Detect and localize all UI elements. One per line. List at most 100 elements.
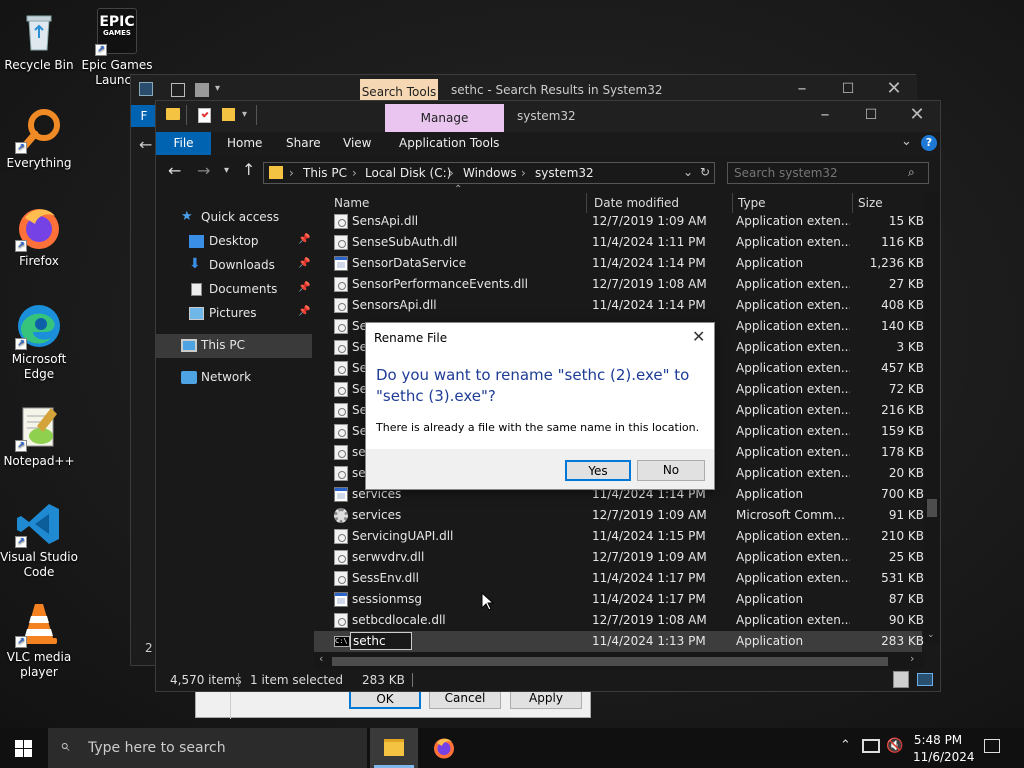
search-input[interactable] xyxy=(734,165,904,181)
scroll-right-icon[interactable]: › xyxy=(910,652,914,665)
close-icon[interactable]: ✕ xyxy=(692,327,705,346)
qat-icon[interactable] xyxy=(195,83,209,97)
taskbar-firefox[interactable] xyxy=(420,728,468,768)
rename-file-dialog[interactable]: Rename File ✕ Do you want to rename "set… xyxy=(365,322,715,490)
tab-view[interactable]: View xyxy=(343,136,371,150)
address-dropdown-icon[interactable]: ⌄ xyxy=(683,165,693,179)
table-row[interactable]: setbcdlocale.dll 12/7/2019 1:08 AM Applica… xyxy=(314,610,924,631)
divider xyxy=(412,673,413,687)
close-icon[interactable]: ✕ xyxy=(894,101,940,131)
dll-file-icon xyxy=(334,298,348,313)
network-icon[interactable] xyxy=(862,739,880,753)
back-arrow-icon[interactable]: ← xyxy=(168,161,181,180)
scroll-down-icon[interactable]: ⌄ xyxy=(927,630,935,640)
file-size: 3 KB xyxy=(896,340,924,354)
table-row[interactable]: ServicingUAPI.dll 11/4/2024 1:15 PM Applic… xyxy=(314,526,924,547)
vertical-scrollbar[interactable]: ⌄ xyxy=(924,193,940,643)
details-view-icon[interactable] xyxy=(893,671,909,688)
notifications-icon[interactable] xyxy=(984,739,1000,753)
table-row[interactable]: SenseSubAuth.dll 11/4/2024 1:11 PM Applica… xyxy=(314,232,924,253)
nav-desktop[interactable]: Desktop 📌 xyxy=(156,230,312,254)
expand-ribbon-icon[interactable]: ⌄ xyxy=(901,134,912,149)
file-size: 116 KB xyxy=(881,235,924,249)
desktop-icon-recycle-bin[interactable]: Recycle Bin xyxy=(0,8,78,73)
desktop-icon-edge[interactable]: ↗ Microsoft Edge xyxy=(0,302,78,382)
file-date: 11/4/2024 1:13 PM xyxy=(592,634,706,648)
scroll-left-icon[interactable]: ‹ xyxy=(319,652,323,665)
table-row[interactable]: services 12/7/2019 1:09 AM Microsoft Comm.… xyxy=(314,505,924,526)
show-hidden-icons[interactable]: ⌃ xyxy=(840,738,851,753)
table-row[interactable]: SensorDataService 11/4/2024 1:14 PM Applic… xyxy=(314,253,924,274)
refresh-icon[interactable]: ↻ xyxy=(700,165,710,179)
search-box[interactable]: ⌕ xyxy=(727,162,929,184)
qat-dropdown-icon[interactable]: ▾ xyxy=(215,83,220,94)
tab-share[interactable]: Share xyxy=(286,136,321,150)
large-icons-view-icon[interactable] xyxy=(917,673,933,686)
yes-button[interactable]: Yes xyxy=(565,460,631,481)
recent-locations-icon[interactable]: ▾ xyxy=(224,165,229,176)
breadcrumb-this-pc[interactable]: This PC xyxy=(303,166,347,180)
rename-input[interactable]: sethc xyxy=(350,632,412,650)
qat-dropdown-icon[interactable]: ▾ xyxy=(242,109,247,120)
table-row[interactable]: sessionmsg 11/4/2024 1:17 PM Application 87… xyxy=(314,589,924,610)
table-row[interactable]: SessEnv.dll 11/4/2024 1:17 PM Application … xyxy=(314,568,924,589)
horizontal-scrollbar[interactable]: ‹ › xyxy=(314,652,924,669)
column-type[interactable]: Type xyxy=(738,196,766,210)
taskbar-file-explorer[interactable] xyxy=(370,728,418,768)
no-button[interactable]: No xyxy=(637,460,705,481)
nav-quick-access[interactable]: ★ Quick access xyxy=(156,206,312,230)
properties-dialog[interactable]: OK Cancel Apply xyxy=(195,688,591,719)
nav-network[interactable]: Network xyxy=(156,366,312,390)
tab-application-tools[interactable]: Application Tools xyxy=(399,136,499,150)
clock-date[interactable]: 11/6/2024 xyxy=(913,750,975,764)
table-row[interactable]: SensorPerformanceEvents.dll 12/7/2019 1:0… xyxy=(314,274,924,295)
new-folder-quick-icon[interactable] xyxy=(222,108,235,121)
back-arrow-icon[interactable]: ← xyxy=(139,135,152,154)
nav-this-pc[interactable]: This PC xyxy=(156,334,312,358)
nav-pictures[interactable]: Pictures 📌 xyxy=(156,302,312,326)
breadcrumb-system32[interactable]: system32 xyxy=(535,166,594,180)
scrollbar-thumb[interactable] xyxy=(332,657,888,666)
table-row[interactable]: serwvdrv.dll 12/7/2019 1:09 AM Application… xyxy=(314,547,924,568)
desktop-icon-vscode[interactable]: ↗ Visual Studio Code xyxy=(0,500,78,580)
column-size[interactable]: Size xyxy=(858,196,883,210)
breadcrumb-windows[interactable]: Windows xyxy=(463,166,517,180)
breadcrumb-local-disk[interactable]: Local Disk (C:) xyxy=(365,166,451,180)
scrollbar-thumb[interactable] xyxy=(927,499,937,517)
volume-muted-icon[interactable]: 🔇 xyxy=(886,738,903,754)
tab-file[interactable]: File xyxy=(156,132,211,155)
table-row[interactable]: SensApi.dll 12/7/2019 1:09 AM Application … xyxy=(314,211,924,232)
properties-quick-icon[interactable] xyxy=(198,108,211,123)
desktop-icon-firefox[interactable]: ↗ Firefox xyxy=(0,204,78,269)
forward-arrow-icon[interactable]: → xyxy=(197,161,210,180)
manage-tab[interactable]: Manage xyxy=(385,104,504,132)
taskbar: ⌕ Type here to search ⌃ 🔇 5:48 PM 11/6/2… xyxy=(0,728,1024,768)
table-row[interactable]: C:\ sethc 11/4/2024 1:13 PM Application 283 … xyxy=(314,631,924,652)
help-icon[interactable]: ? xyxy=(921,135,937,151)
file-type: Application exten... xyxy=(736,382,850,396)
taskbar-search-box[interactable]: ⌕ Type here to search xyxy=(48,728,367,768)
table-row[interactable]: SensorsApi.dll 11/4/2024 1:14 PM Applicati… xyxy=(314,295,924,316)
desktop-icon-everything[interactable]: ↗ Everything xyxy=(0,106,78,171)
properties-quick-icon[interactable] xyxy=(171,83,185,97)
dll-file-icon xyxy=(334,319,348,334)
maximize-icon[interactable]: ☐ xyxy=(848,101,894,131)
up-arrow-icon[interactable]: ↑ xyxy=(242,160,255,179)
nav-documents[interactable]: Documents 📌 xyxy=(156,278,312,302)
column-date-modified[interactable]: Date modified xyxy=(594,196,679,210)
desktop-icon-notepadpp[interactable]: ↗ Notepad++ xyxy=(0,404,78,469)
start-button[interactable] xyxy=(15,740,32,757)
ribbon-tab-bar xyxy=(156,132,940,155)
tab-home[interactable]: Home xyxy=(227,136,262,150)
edge-icon: ↗ xyxy=(15,302,63,350)
minimize-icon[interactable]: – xyxy=(802,101,848,131)
clock-time[interactable]: 5:48 PM xyxy=(913,733,963,747)
address-bar[interactable]: › This PC › Local Disk (C:) › Windows › … xyxy=(263,162,715,184)
file-tab[interactable]: F xyxy=(131,105,157,127)
navigation-pane[interactable]: ★ Quick access Desktop 📌 ⬇ Downloads 📌 Docum… xyxy=(156,193,312,665)
nav-downloads[interactable]: ⬇ Downloads 📌 xyxy=(156,254,312,278)
sort-ascending-icon[interactable]: ⌃ xyxy=(454,184,462,195)
column-name[interactable]: Name xyxy=(334,196,369,210)
file-size: 283 KB xyxy=(881,634,924,648)
desktop-icon-vlc[interactable]: ↗ VLC media player xyxy=(0,600,78,680)
